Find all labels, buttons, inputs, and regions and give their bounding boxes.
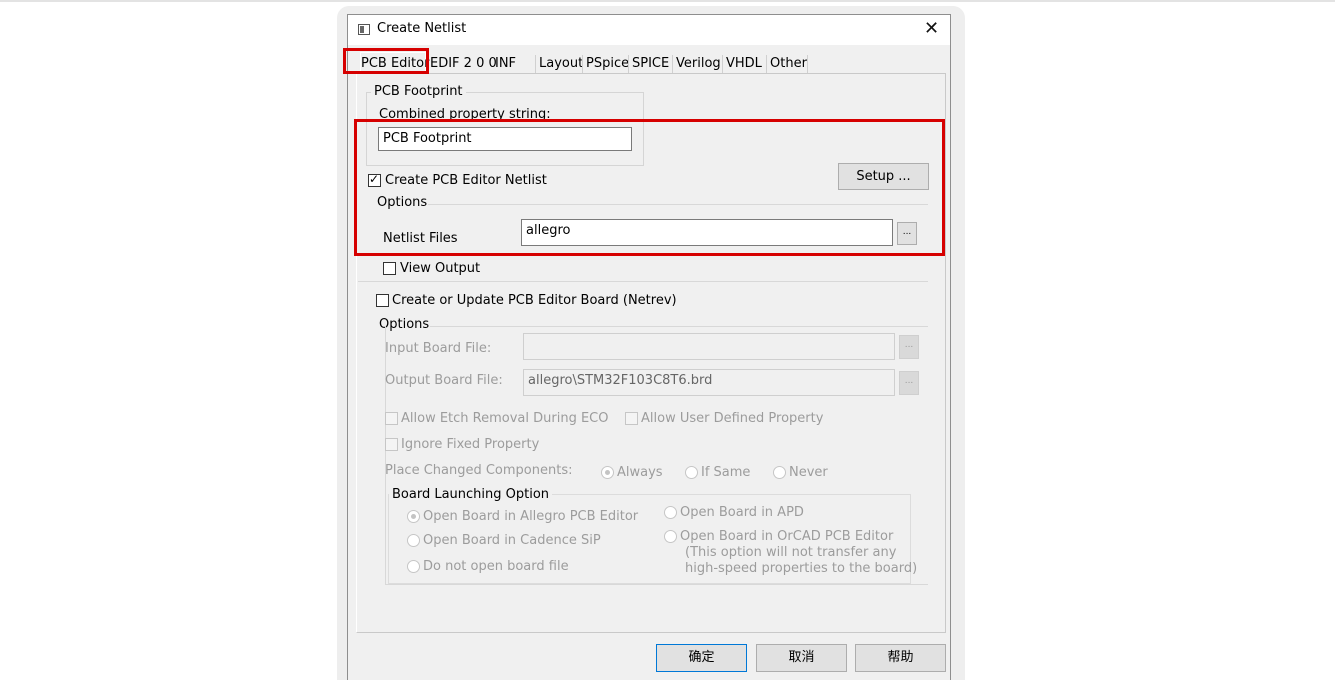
tab-divider [672, 55, 673, 73]
tab-spice[interactable]: SPICE [630, 54, 671, 74]
ignore-fixed-label: Ignore Fixed Property [401, 437, 540, 452]
place-never-radio[interactable] [773, 466, 786, 479]
orcad-note-line2: high-speed properties to the board) [685, 561, 918, 576]
tab-highlight-box [343, 48, 429, 74]
tab-divider [722, 55, 723, 73]
cancel-button[interactable]: 取消 [756, 644, 847, 672]
output-board-browse-button[interactable]: ... [899, 371, 919, 395]
tab-divider [582, 55, 583, 73]
create-board-checkbox[interactable] [376, 294, 389, 307]
view-output-label: View Output [400, 261, 481, 276]
open-allegro-label: Open Board in Allegro PCB Editor [423, 509, 639, 524]
ignore-fixed-checkbox[interactable] [385, 438, 398, 451]
open-apd-radio[interactable] [664, 506, 677, 519]
ok-button[interactable]: 确定 [656, 644, 747, 672]
open-orcad-label: Open Board in OrCAD PCB Editor [680, 529, 894, 544]
tab-divider [628, 55, 629, 73]
tab-layout[interactable]: Layout [537, 54, 585, 74]
input-board-input[interactable] [523, 333, 895, 360]
output-board-label: Output Board File: [385, 373, 503, 388]
open-orcad-radio[interactable] [664, 530, 677, 543]
place-always-radio[interactable] [601, 466, 614, 479]
output-board-input[interactable]: allegro\STM32F103C8T6.brd [523, 369, 895, 396]
tab-divider [766, 55, 767, 73]
view-output-checkbox[interactable] [383, 262, 396, 275]
help-button[interactable]: 帮助 [855, 644, 946, 672]
create-board-label: Create or Update PCB Editor Board (Netre… [392, 293, 677, 308]
create-netlist-dialog: Create Netlist ✕ PCB Editor EDIF 2 0 0 I… [347, 14, 951, 680]
tab-vhdl[interactable]: VHDL [724, 54, 764, 74]
tab-pspice[interactable]: PSpice [584, 54, 631, 74]
input-board-label: Input Board File: [385, 341, 492, 356]
do-not-open-radio[interactable] [407, 560, 420, 573]
board-options-divider [430, 326, 928, 327]
allow-user-property-label: Allow User Defined Property [641, 411, 824, 426]
open-allegro-radio[interactable] [407, 510, 420, 523]
tab-edif[interactable]: EDIF 2 0 0 [428, 54, 499, 74]
place-if-same-label: If Same [701, 465, 751, 480]
tab-other[interactable]: Other [768, 54, 809, 74]
orcad-note-line1: (This option will not transfer any [685, 545, 897, 560]
open-sip-radio[interactable] [407, 534, 420, 547]
board-options-label: Options [379, 317, 430, 332]
place-never-label: Never [789, 465, 828, 480]
tab-verilog[interactable]: Verilog [674, 54, 723, 74]
allow-etch-checkbox[interactable] [385, 412, 398, 425]
open-sip-label: Open Board in Cadence SiP [423, 533, 601, 548]
tab-inf[interactable]: INF [493, 54, 518, 74]
title-bar[interactable]: Create Netlist ✕ [348, 15, 950, 45]
board-launching-label: Board Launching Option [389, 487, 553, 502]
place-changed-label: Place Changed Components: [385, 463, 573, 478]
board-options-bottom-border [385, 584, 928, 585]
board-options-left-border [385, 326, 386, 584]
allow-etch-label: Allow Etch Removal During ECO [401, 411, 609, 426]
tab-divider [535, 55, 536, 73]
section-divider [358, 281, 928, 282]
open-apd-label: Open Board in APD [680, 505, 804, 520]
place-always-label: Always [617, 465, 663, 480]
close-icon[interactable]: ✕ [924, 18, 939, 39]
netlist-highlight-box [354, 119, 945, 256]
tab-divider [807, 55, 808, 73]
input-board-browse-button[interactable]: ... [899, 335, 919, 359]
place-if-same-radio[interactable] [685, 466, 698, 479]
allow-user-property-checkbox[interactable] [625, 412, 638, 425]
dialog-title: Create Netlist [377, 21, 467, 36]
do-not-open-label: Do not open board file [423, 559, 569, 574]
pcb-footprint-group-label: PCB Footprint [371, 84, 466, 99]
page-top-border [0, 0, 1335, 2]
app-icon [358, 24, 370, 35]
